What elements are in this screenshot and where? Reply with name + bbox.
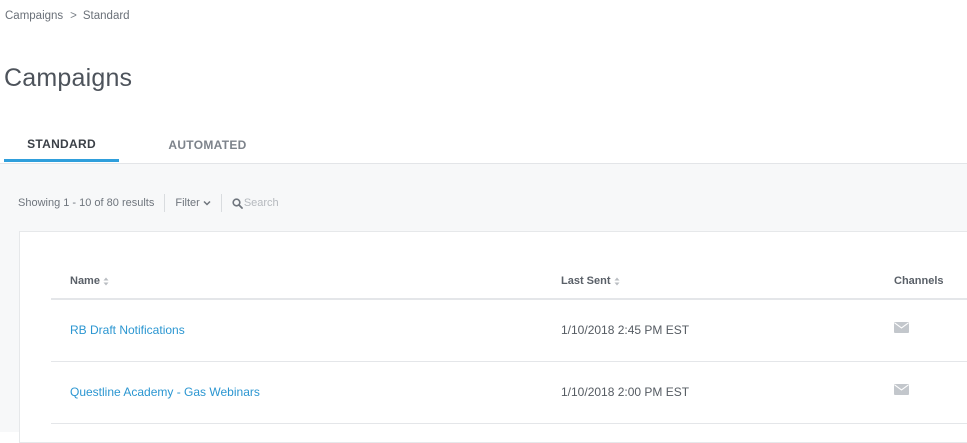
column-header-name[interactable]: Name — [70, 275, 109, 287]
column-header-channels: Channels — [894, 275, 944, 287]
breadcrumb-item-campaigns[interactable]: Campaigns — [5, 10, 63, 22]
search-icon — [232, 197, 243, 209]
column-header-label: Channels — [894, 275, 944, 287]
filter-dropdown[interactable]: Filter — [175, 197, 211, 209]
toolbar-divider — [164, 194, 166, 212]
campaigns-table: Name Last Sent Channels RB Draft Notific… — [51, 232, 967, 424]
envelope-icon — [894, 384, 909, 398]
breadcrumb: Campaigns > Standard — [5, 10, 130, 22]
breadcrumb-separator: > — [70, 10, 77, 22]
breadcrumb-item-standard: Standard — [82, 10, 130, 22]
column-header-last-sent[interactable]: Last Sent — [561, 275, 620, 287]
table-header: Name Last Sent Channels — [51, 232, 967, 300]
table-row: RB Draft Notifications 1/10/2018 2:45 PM… — [51, 300, 967, 362]
list-toolbar: Showing 1 - 10 of 80 results Filter — [18, 194, 364, 212]
column-header-label: Name — [70, 275, 100, 287]
content-area: Showing 1 - 10 of 80 results Filter Name — [0, 164, 967, 443]
results-count: Showing 1 - 10 of 80 results — [18, 197, 155, 209]
campaign-name-link[interactable]: Questline Academy - Gas Webinars — [70, 385, 260, 399]
last-sent-value: 1/10/2018 2:00 PM EST — [561, 385, 690, 399]
search-box — [232, 197, 364, 209]
filter-label: Filter — [175, 197, 200, 209]
search-input[interactable] — [242, 197, 364, 209]
tab-standard[interactable]: STANDARD — [4, 128, 119, 162]
campaign-name-link[interactable]: RB Draft Notifications — [70, 323, 185, 337]
sort-icon — [103, 277, 109, 285]
campaigns-table-card: Name Last Sent Channels RB Draft Notific… — [19, 231, 967, 443]
column-header-label: Last Sent — [561, 275, 611, 287]
last-sent-value: 1/10/2018 2:45 PM EST — [561, 323, 690, 337]
envelope-icon — [894, 322, 909, 336]
sort-icon — [614, 277, 620, 285]
table-row: Questline Academy - Gas Webinars 1/10/20… — [51, 362, 967, 424]
chevron-down-icon — [203, 200, 211, 206]
tab-automated[interactable]: AUTOMATED — [150, 128, 265, 162]
toolbar-divider — [220, 194, 222, 212]
tab-bar: STANDARD AUTOMATED — [0, 128, 967, 164]
page-title: Campaigns — [4, 64, 133, 92]
